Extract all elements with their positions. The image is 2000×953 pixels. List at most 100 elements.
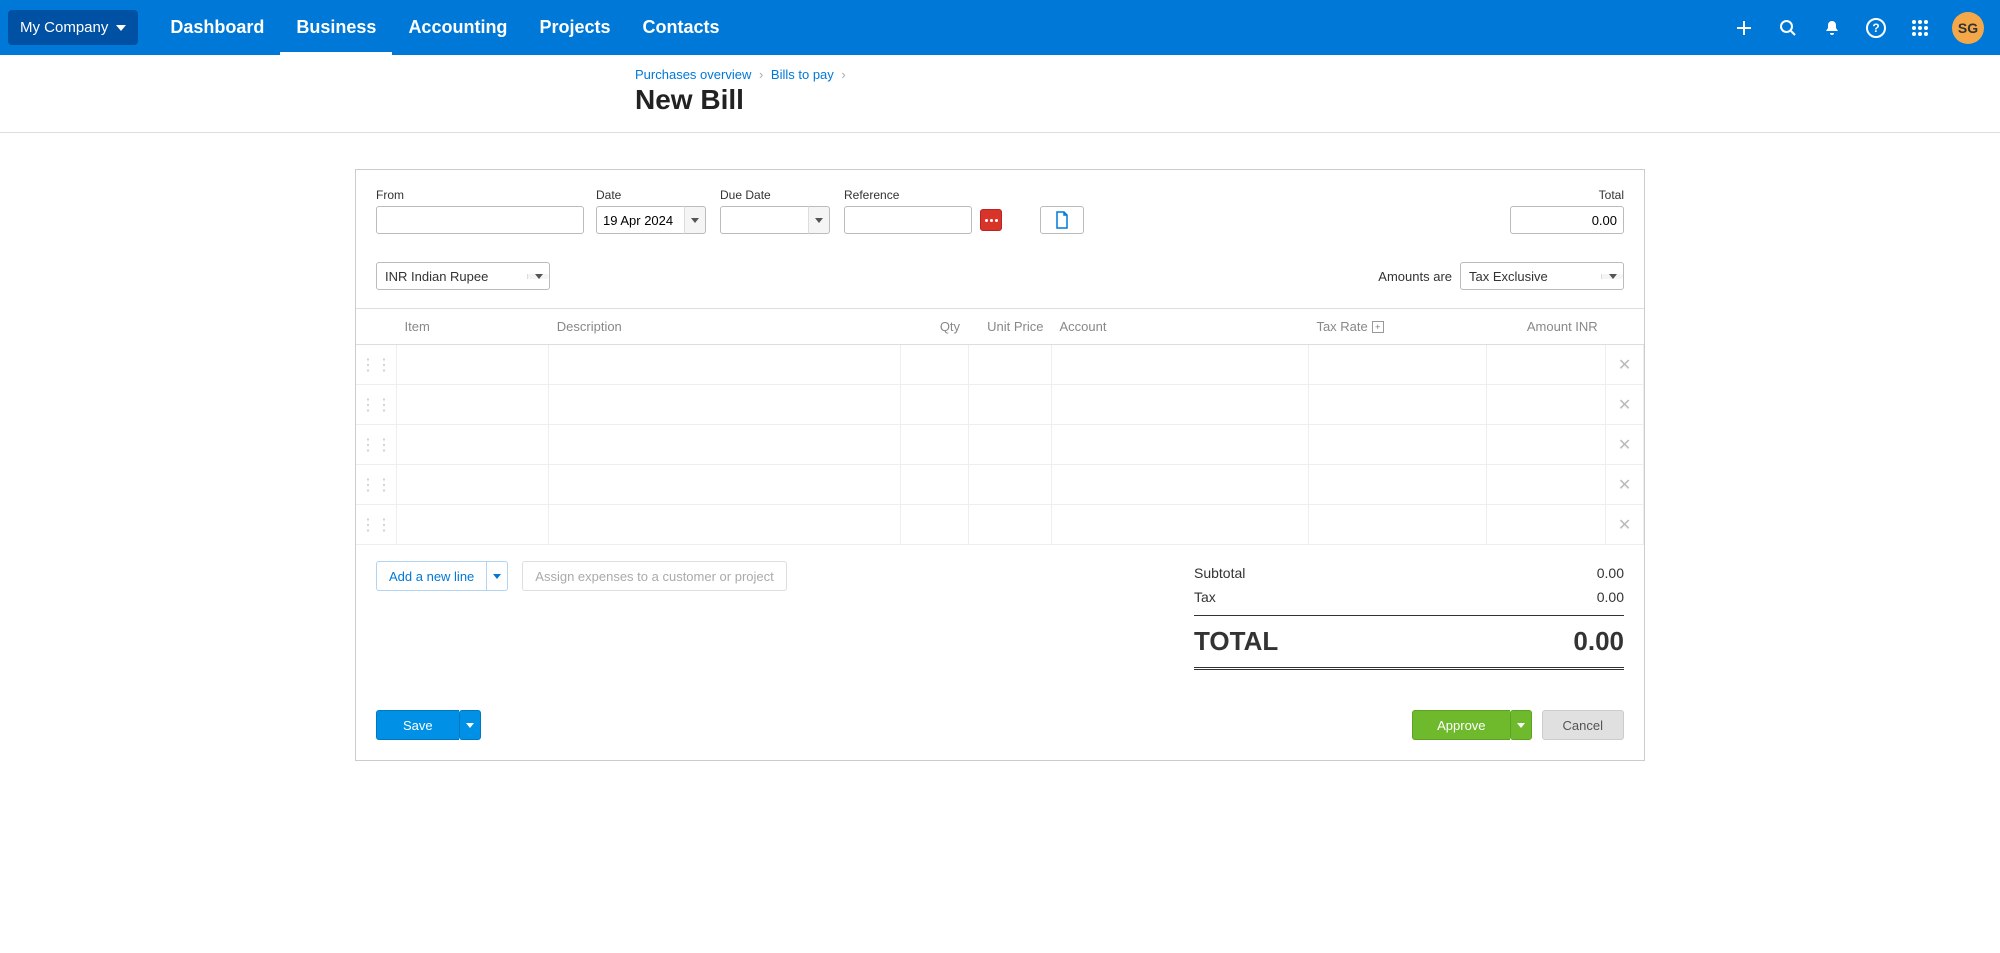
cell-amount[interactable] [1487,425,1606,465]
cell-item[interactable] [397,505,549,545]
attach-file-button[interactable] [1040,206,1084,234]
bill-card: From Date Due Date Reference [355,169,1645,761]
add-line-button[interactable]: Add a new line [376,561,486,591]
col-tax-rate: Tax Rate+ [1308,309,1486,345]
apps-icon[interactable] [1908,16,1932,40]
cell-qty[interactable] [901,465,969,505]
approve-dropdown[interactable] [1510,710,1532,740]
cell-account[interactable] [1051,425,1308,465]
cell-description[interactable] [549,425,901,465]
cell-tax-rate[interactable] [1308,505,1486,545]
page-title: New Bill [635,84,1625,116]
table-row: ⋮⋮ ✕ [356,505,1644,545]
cell-description[interactable] [549,345,901,385]
cell-tax-rate[interactable] [1308,465,1486,505]
save-dropdown[interactable] [459,710,481,740]
table-row: ⋮⋮ ✕ [356,385,1644,425]
nav-dashboard[interactable]: Dashboard [154,0,280,55]
amounts-dropdown[interactable] [1601,274,1623,279]
cell-amount[interactable] [1487,345,1606,385]
nav-links: Dashboard Business Accounting Projects C… [154,0,735,55]
cell-item[interactable] [397,465,549,505]
col-amount: Amount INR [1487,309,1606,345]
drag-handle-icon[interactable]: ⋮⋮ [356,505,397,545]
drag-handle-icon[interactable]: ⋮⋮ [356,465,397,505]
date-dropdown[interactable] [684,206,706,234]
cell-unit-price[interactable] [968,385,1051,425]
cell-account[interactable] [1051,505,1308,545]
currency-dropdown[interactable] [527,274,549,279]
breadcrumb-overview[interactable]: Purchases overview [635,67,751,82]
cell-qty[interactable] [901,385,969,425]
delete-row-icon[interactable]: ✕ [1606,505,1644,545]
cell-tax-rate[interactable] [1308,425,1486,465]
delete-row-icon[interactable]: ✕ [1606,465,1644,505]
cell-account[interactable] [1051,385,1308,425]
nav-projects[interactable]: Projects [523,0,626,55]
cell-amount[interactable] [1487,385,1606,425]
cell-tax-rate[interactable] [1308,345,1486,385]
due-date-input[interactable] [720,206,808,234]
amounts-are-select[interactable]: Tax Exclusive [1460,262,1624,290]
add-line-dropdown[interactable] [486,561,508,591]
delete-row-icon[interactable]: ✕ [1606,345,1644,385]
nav-contacts[interactable]: Contacts [626,0,735,55]
cell-description[interactable] [549,385,901,425]
search-icon[interactable] [1776,16,1800,40]
cell-unit-price[interactable] [968,425,1051,465]
bell-icon[interactable] [1820,16,1844,40]
drag-handle-icon[interactable]: ⋮⋮ [356,345,397,385]
cell-unit-price[interactable] [968,505,1051,545]
amounts-are-text: Tax Exclusive [1461,269,1601,284]
drag-handle-icon[interactable]: ⋮⋮ [356,425,397,465]
reference-input[interactable] [844,206,972,234]
total-input[interactable] [1510,206,1624,234]
cell-qty[interactable] [901,505,969,545]
cell-description[interactable] [549,465,901,505]
cell-qty[interactable] [901,425,969,465]
cell-account[interactable] [1051,465,1308,505]
breadcrumb-bills[interactable]: Bills to pay [771,67,834,82]
totals-block: Subtotal 0.00 Tax 0.00 TOTAL 0.00 [1194,561,1624,670]
col-account: Account [1051,309,1308,345]
file-icon [1054,211,1070,229]
below-table: Add a new line Assign expenses to a cust… [356,545,1644,670]
nav-right: ? SG [1732,12,1992,44]
cell-description[interactable] [549,505,901,545]
table-row: ⋮⋮ ✕ [356,345,1644,385]
cell-amount[interactable] [1487,465,1606,505]
cell-item[interactable] [397,385,549,425]
nav-accounting[interactable]: Accounting [392,0,523,55]
cell-tax-rate[interactable] [1308,385,1486,425]
tax-value: 0.00 [1597,589,1624,605]
help-icon[interactable]: ? [1864,16,1888,40]
save-button[interactable]: Save [376,710,459,740]
cell-account[interactable] [1051,345,1308,385]
currency-select[interactable]: INR Indian Rupee [376,262,550,290]
save-split: Save [376,710,481,740]
drag-handle-icon[interactable]: ⋮⋮ [356,385,397,425]
from-input[interactable] [376,206,584,234]
cell-unit-price[interactable] [968,345,1051,385]
delete-row-icon[interactable]: ✕ [1606,385,1644,425]
cell-qty[interactable] [901,345,969,385]
approve-button[interactable]: Approve [1412,710,1509,740]
plus-icon[interactable] [1732,16,1756,40]
cell-item[interactable] [397,425,549,465]
cell-item[interactable] [397,345,549,385]
dots-icon [985,219,998,222]
cancel-button[interactable]: Cancel [1542,710,1624,740]
assign-expenses-button: Assign expenses to a customer or project [522,561,786,591]
org-selector[interactable]: My Company [8,10,138,45]
avatar[interactable]: SG [1952,12,1984,44]
planned-date-button[interactable] [980,209,1002,231]
cell-unit-price[interactable] [968,465,1051,505]
nav-business[interactable]: Business [280,0,392,55]
date-input[interactable] [596,206,684,234]
cell-amount[interactable] [1487,505,1606,545]
due-date-dropdown[interactable] [808,206,830,234]
table-row: ⋮⋮ ✕ [356,425,1644,465]
delete-row-icon[interactable]: ✕ [1606,425,1644,465]
col-item: Item [397,309,549,345]
plus-box-icon[interactable]: + [1372,321,1384,333]
